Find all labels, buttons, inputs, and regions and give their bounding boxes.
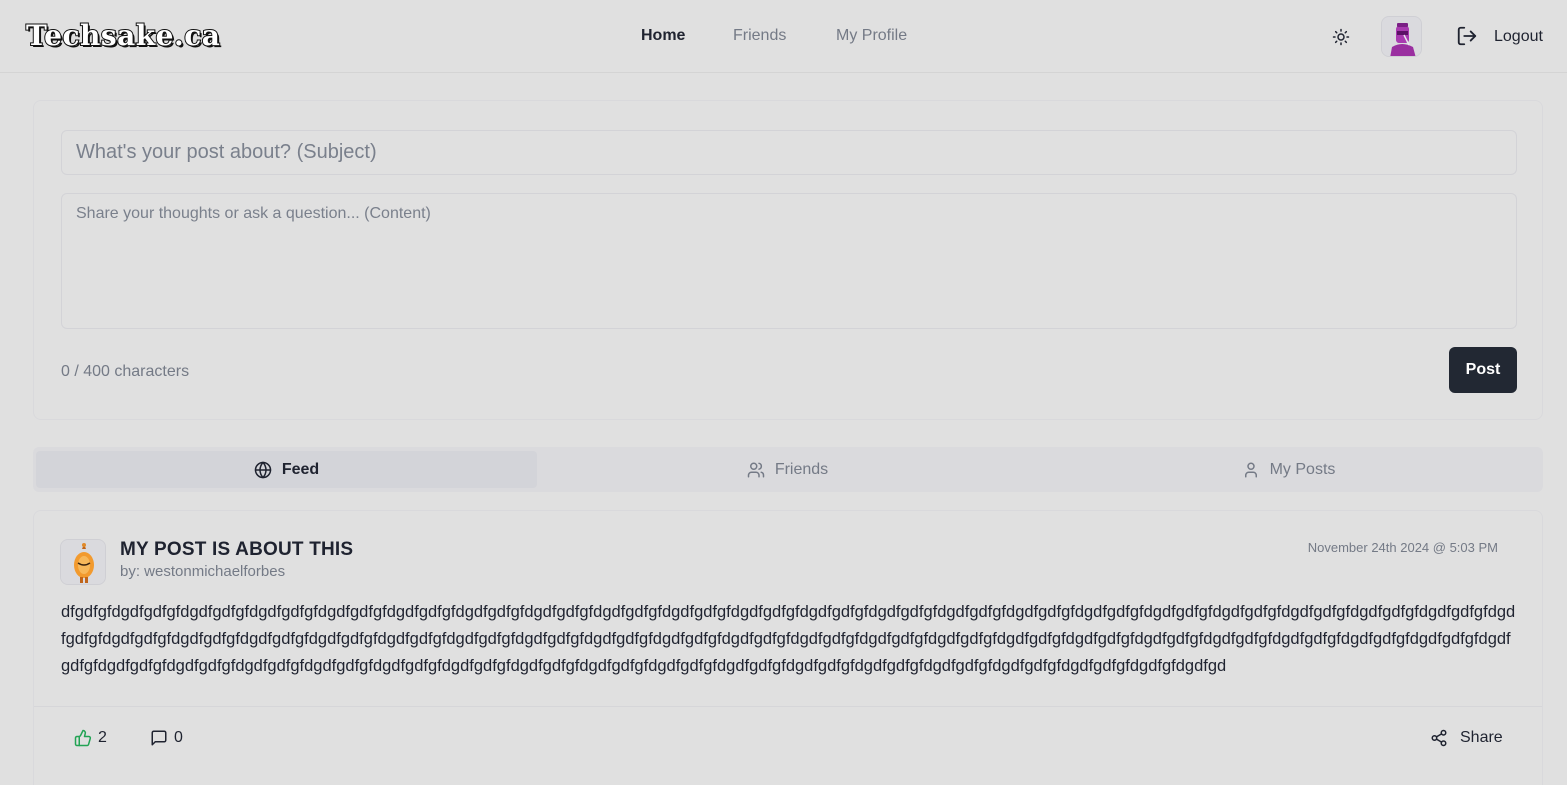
post-title: MY POST IS ABOUT THIS — [120, 539, 354, 560]
post-card: MY POST IS ABOUT THIS by: westonmichaelf… — [33, 510, 1543, 785]
avatar-image — [1382, 17, 1421, 56]
content-textarea[interactable] — [61, 193, 1517, 329]
tab-my-posts-label: My Posts — [1269, 460, 1336, 478]
post-author-avatar[interactable] — [60, 539, 106, 585]
user-icon — [1244, 462, 1257, 477]
like-button[interactable]: 2 — [74, 729, 107, 747]
logout-button[interactable]: Logout — [1450, 18, 1555, 56]
post-body: dfgdfgfdgdfgdfgfdgdfgdfgfdgdfgdfgfdgdfgd… — [61, 603, 1516, 675]
post-divider — [34, 706, 1542, 707]
share-icon — [1431, 729, 1447, 747]
post-timestamp: November 24th 2024 @ 5:03 PM — [1307, 540, 1498, 555]
tab-friends-label: Friends — [774, 460, 829, 478]
logout-icon — [1457, 26, 1477, 46]
tab-feed[interactable]: Feed — [36, 451, 537, 488]
users-icon — [747, 462, 765, 477]
comment-button[interactable]: 0 — [150, 729, 183, 747]
post-submit-button[interactable]: Post — [1449, 347, 1517, 393]
tab-my-posts[interactable]: My Posts — [1038, 451, 1539, 488]
post-author[interactable]: by: westonmichaelforbes — [120, 563, 285, 581]
subject-input[interactable] — [61, 130, 1517, 175]
nav-friends-link[interactable]: Friends — [733, 26, 786, 46]
user-avatar[interactable] — [1381, 16, 1422, 57]
logout-label: Logout — [1494, 28, 1543, 45]
tab-friends[interactable]: Friends — [537, 451, 1038, 488]
author-avatar-image — [61, 540, 105, 584]
nav-my-profile-link[interactable]: My Profile — [836, 26, 907, 46]
feed-tabs: Feed Friends My Posts — [33, 447, 1543, 492]
theme-toggle-button[interactable] — [1328, 24, 1354, 50]
top-header: Techsake.ca Home Friends My Profile Logo… — [0, 0, 1567, 73]
comment-icon — [151, 730, 167, 746]
character-counter: 0 / 400 characters — [61, 363, 190, 380]
globe-icon — [254, 460, 272, 479]
share-button[interactable]: Share — [1430, 729, 1503, 747]
comment-count: 0 — [174, 729, 183, 746]
thumbs-up-icon — [74, 729, 92, 747]
post-composer: 0 / 400 characters Post — [33, 100, 1543, 420]
sun-icon — [1332, 28, 1350, 46]
like-count: 2 — [98, 729, 107, 746]
tab-feed-label: Feed — [281, 460, 320, 478]
nav-home-link[interactable]: Home — [641, 26, 685, 46]
share-label: Share — [1460, 729, 1503, 746]
